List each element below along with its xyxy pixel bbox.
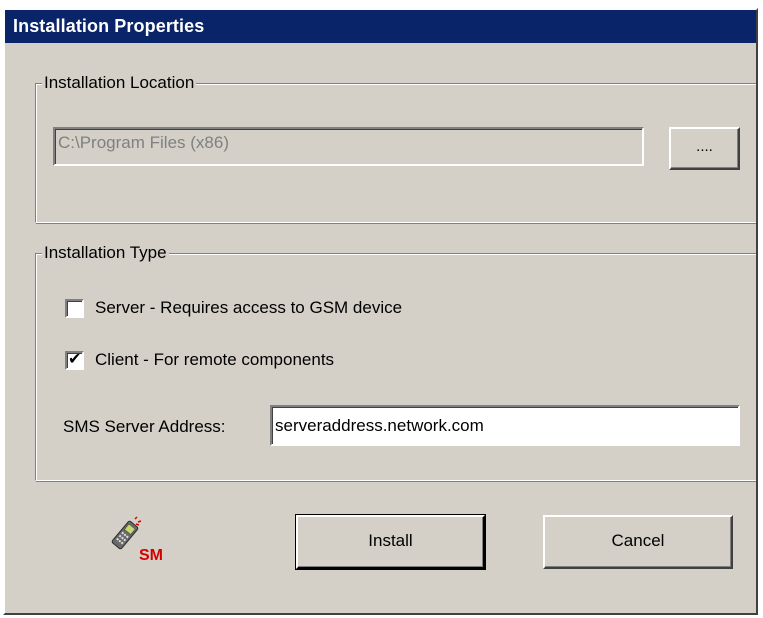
logo-text: SM (139, 547, 163, 564)
browse-button[interactable]: .... (669, 127, 740, 170)
title-bar[interactable]: Installation Properties (5, 10, 756, 43)
installation-type-legend: Installation Type (42, 243, 169, 263)
sms-server-address-input[interactable] (270, 405, 740, 446)
installation-path-field: C:\Program Files (x86) (53, 127, 644, 166)
sms-server-address-label: SMS Server Address: (63, 417, 226, 436)
sms-device-icon: SM (105, 515, 175, 575)
client-checkbox[interactable]: ✔ (65, 349, 84, 370)
installation-type-group: Installation Type Server - Requires acce… (35, 243, 756, 481)
server-option-label[interactable]: Server - Requires access to GSM device (95, 298, 402, 318)
installation-properties-dialog: Installation Properties Installation Loc… (3, 8, 758, 615)
client-option-label[interactable]: Client - For remote components (95, 350, 334, 370)
installation-location-legend: Installation Location (42, 73, 197, 93)
client-check-mark: ✔ (68, 349, 82, 368)
window-title: Installation Properties (13, 16, 205, 36)
installation-location-group: Installation Location C:\Program Files (… (35, 73, 756, 223)
server-checkbox[interactable] (65, 299, 84, 318)
install-button[interactable]: Install (295, 514, 486, 570)
cancel-button[interactable]: Cancel (543, 515, 733, 569)
